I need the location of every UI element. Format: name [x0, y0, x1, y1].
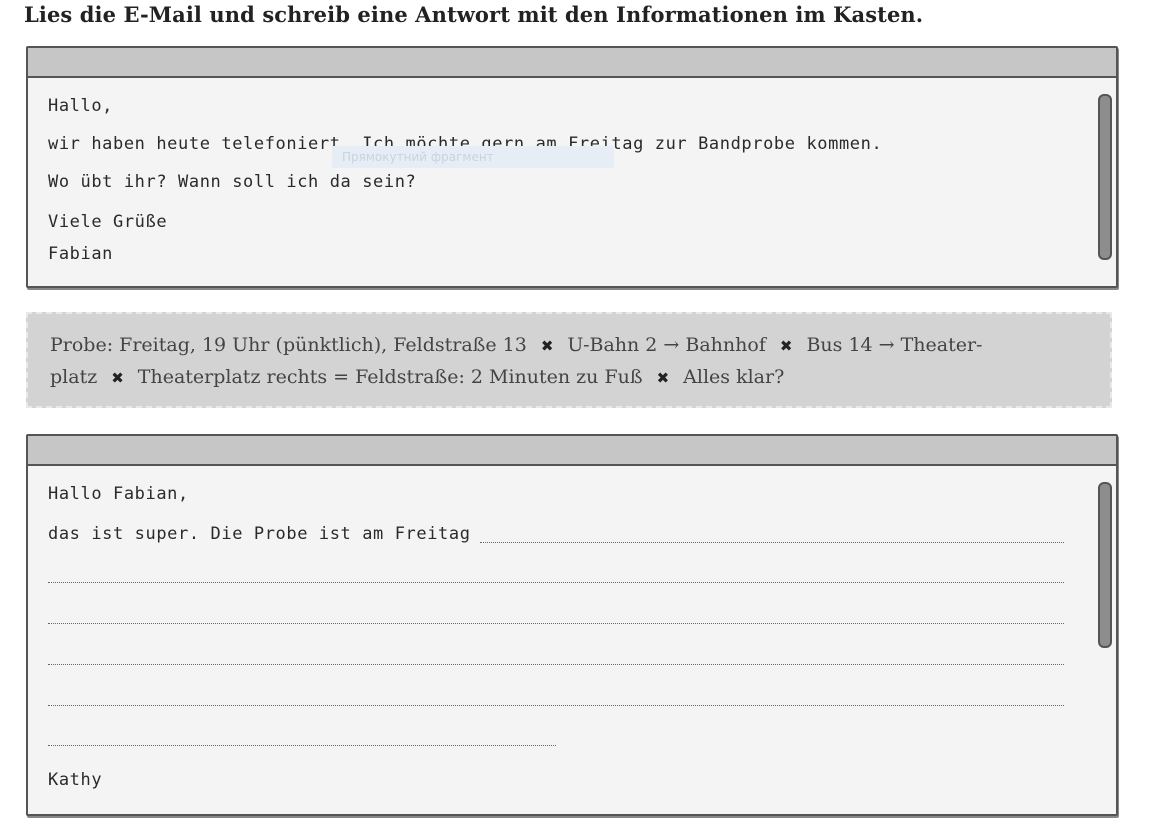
- email-line-closing: Viele Grüße: [48, 212, 168, 232]
- answer-line[interactable]: [48, 705, 1064, 706]
- answer-line[interactable]: [48, 745, 556, 746]
- selection-overlay: Прямокутний фрагмент: [332, 146, 614, 168]
- answer-line[interactable]: [48, 582, 1064, 583]
- email-window-titlebar: [28, 48, 1116, 78]
- separator-icon: ✖: [111, 369, 124, 387]
- separator-icon: ✖: [656, 369, 670, 387]
- email-scrollbar[interactable]: [1098, 94, 1112, 260]
- separator-icon: ✖: [540, 337, 554, 355]
- answer-line[interactable]: [48, 664, 1064, 665]
- info-item-5: Alles klar?: [683, 366, 785, 388]
- separator-icon: ✖: [779, 337, 793, 355]
- answer-line[interactable]: [480, 542, 1064, 543]
- reply-signature: Kathy: [48, 770, 103, 790]
- info-item-1: Probe: Freitag, 19 Uhr (pünktlich), Feld…: [50, 334, 527, 356]
- info-item-3b: platz: [50, 366, 98, 388]
- instruction-heading: Lies die E-Mail und schreib eine Antwort…: [24, 2, 924, 27]
- info-text: Probe: Freitag, 19 Uhr (pünktlich), Feld…: [50, 330, 1050, 394]
- reply-window: Hallo Fabian, das ist super. Die Probe i…: [26, 434, 1118, 816]
- info-box: Probe: Freitag, 19 Uhr (pünktlich), Feld…: [26, 312, 1112, 408]
- reply-greeting: Hallo Fabian,: [48, 484, 189, 504]
- info-item-4: Theaterplatz rechts = Feldstraße: 2 Minu…: [137, 366, 643, 388]
- reply-start: das ist super. Die Probe ist am Freitag: [48, 524, 471, 544]
- email-line-2: Wo übt ihr? Wann soll ich da sein?: [48, 172, 417, 192]
- info-item-2: U-Bahn 2 → Bahnhof: [567, 334, 766, 356]
- email-line-greeting: Hallo,: [48, 96, 114, 116]
- email-line-sender: Fabian: [48, 244, 114, 264]
- info-item-3: Bus 14 → Theater-: [806, 334, 983, 356]
- reply-scrollbar[interactable]: [1098, 482, 1112, 648]
- reply-window-titlebar: [28, 436, 1116, 466]
- answer-line[interactable]: [48, 623, 1064, 624]
